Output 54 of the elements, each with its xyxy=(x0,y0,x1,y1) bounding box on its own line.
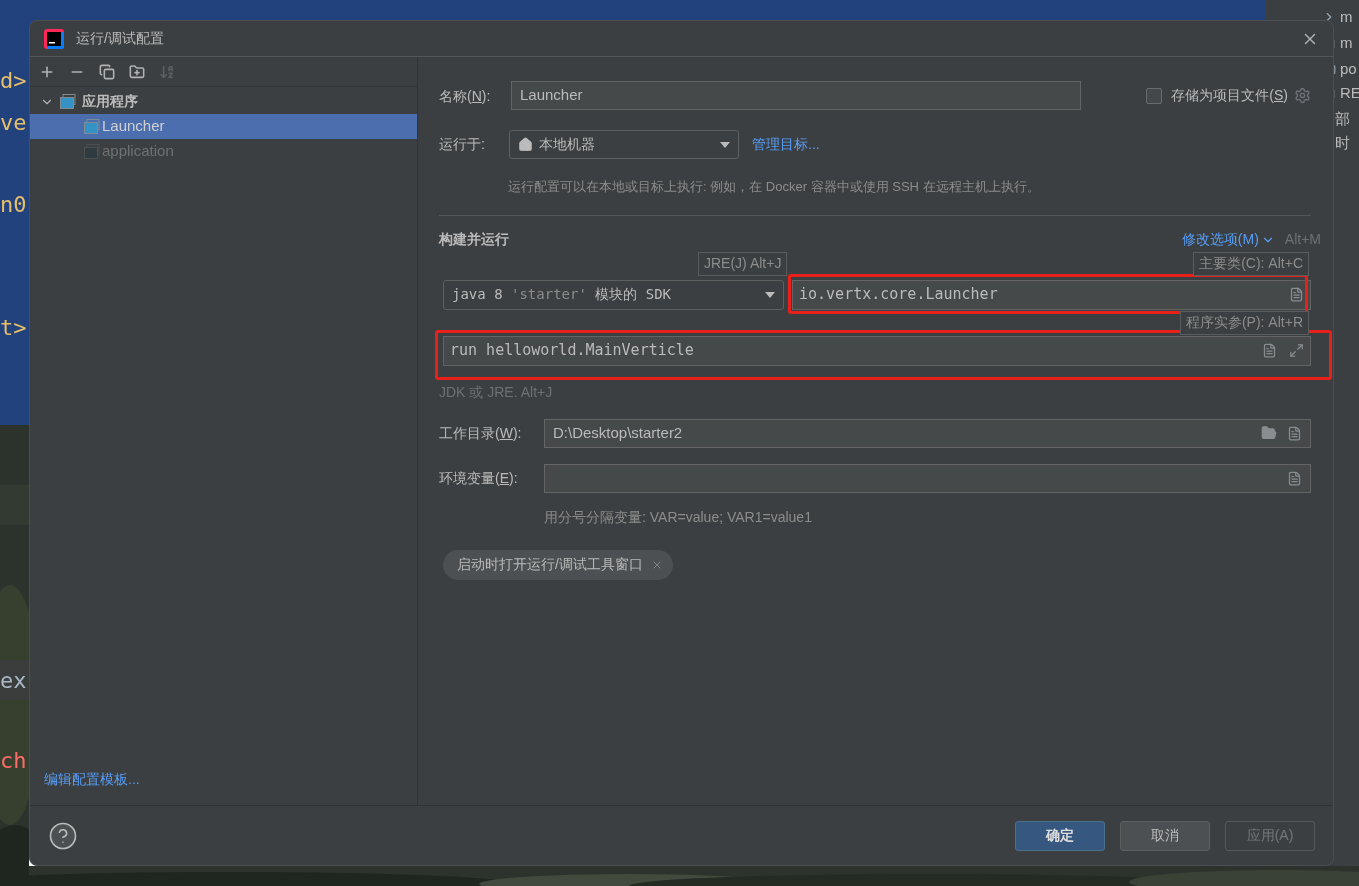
app-logo-icon xyxy=(44,28,64,49)
tooltip: 程序实参(P): Alt+R xyxy=(1179,310,1309,335)
tree-fragment[interactable]: m xyxy=(1340,6,1353,29)
dialog-button[interactable]: 取消 xyxy=(1120,820,1210,851)
help-icon[interactable] xyxy=(48,820,78,851)
window-icon xyxy=(84,119,100,134)
sdk-dropdown[interactable]: java 8 'starter' 模块的 SDK xyxy=(443,279,784,310)
home-icon xyxy=(518,137,533,152)
folder-plus-icon[interactable] xyxy=(129,63,145,80)
tree-item[interactable]: Launcher xyxy=(30,114,417,139)
main-class-field[interactable]: io.vertx.core.Launcher xyxy=(792,279,1311,310)
manage-targets-link[interactable]: 管理目标... xyxy=(752,134,820,155)
section-title: 构建并运行 xyxy=(439,230,509,249)
edit-templates-link[interactable]: 编辑配置模板... xyxy=(44,771,140,787)
window-icon xyxy=(84,144,100,159)
store-as-file-label: 存储为项目文件(S) xyxy=(1171,86,1288,105)
option-chip[interactable]: 启动时打开运行/调试工具窗口 xyxy=(443,549,673,580)
document-icon[interactable] xyxy=(1287,470,1302,486)
code-fragment: ve xyxy=(0,109,27,137)
checkbox[interactable] xyxy=(1146,87,1163,104)
window-icon xyxy=(60,94,76,109)
tree-fragment[interactable]: 部 xyxy=(1335,108,1350,131)
code-fragment: t> xyxy=(0,314,27,342)
program-arguments-field[interactable]: run helloworld.MainVerticle xyxy=(443,335,1311,366)
environment-variables-field[interactable] xyxy=(544,463,1311,493)
document-icon[interactable] xyxy=(1287,425,1302,441)
hint-text: 用分号分隔变量: VAR=value; VAR1=value1 xyxy=(544,507,813,527)
document-icon[interactable] xyxy=(1262,343,1277,358)
settings-icon[interactable] xyxy=(1294,87,1311,104)
code-fragment: n0 xyxy=(0,191,27,219)
modify-options-link[interactable]: 修改选项(M) xyxy=(1181,229,1275,250)
tree-fragment[interactable]: po xyxy=(1340,58,1357,81)
tree-group[interactable]: 应用程序 xyxy=(82,91,138,112)
code-fragment: d> xyxy=(0,67,27,95)
folder-icon[interactable] xyxy=(1261,425,1277,441)
environment-variables-label: 环境变量(E): xyxy=(439,470,518,486)
run-on-dropdown[interactable]: 本地机器 xyxy=(509,130,739,159)
ok-button[interactable]: 确定 xyxy=(1015,820,1105,851)
document-icon[interactable] xyxy=(1289,287,1304,302)
copy-icon[interactable] xyxy=(99,63,115,80)
tree-fragment[interactable]: m xyxy=(1340,32,1353,55)
name-field[interactable]: Launcher xyxy=(511,81,1081,110)
tooltip: JRE(J) Alt+J xyxy=(698,251,788,276)
working-directory-field[interactable]: D:\Desktop\starter2 xyxy=(544,418,1311,448)
hint-text: 运行配置可以在本地或目标上执行: 例如，在 Docker 容器中或使用 SSH 在远程主机上执行。 xyxy=(508,178,1041,196)
expand-icon[interactable] xyxy=(1289,343,1304,358)
tree-fragment[interactable]: 时 xyxy=(1335,132,1350,155)
name-label: 名称(N): xyxy=(439,87,491,104)
dropdown-arrow-icon xyxy=(720,141,730,148)
working-directory-label: 工作目录(W): xyxy=(439,425,522,441)
dropdown-arrow-icon xyxy=(765,291,775,298)
window-title: 运行/调试配置 xyxy=(76,29,165,48)
tooltip: 主要类(C): Alt+C xyxy=(1193,251,1309,276)
run-on-label: 运行于: xyxy=(439,135,486,154)
